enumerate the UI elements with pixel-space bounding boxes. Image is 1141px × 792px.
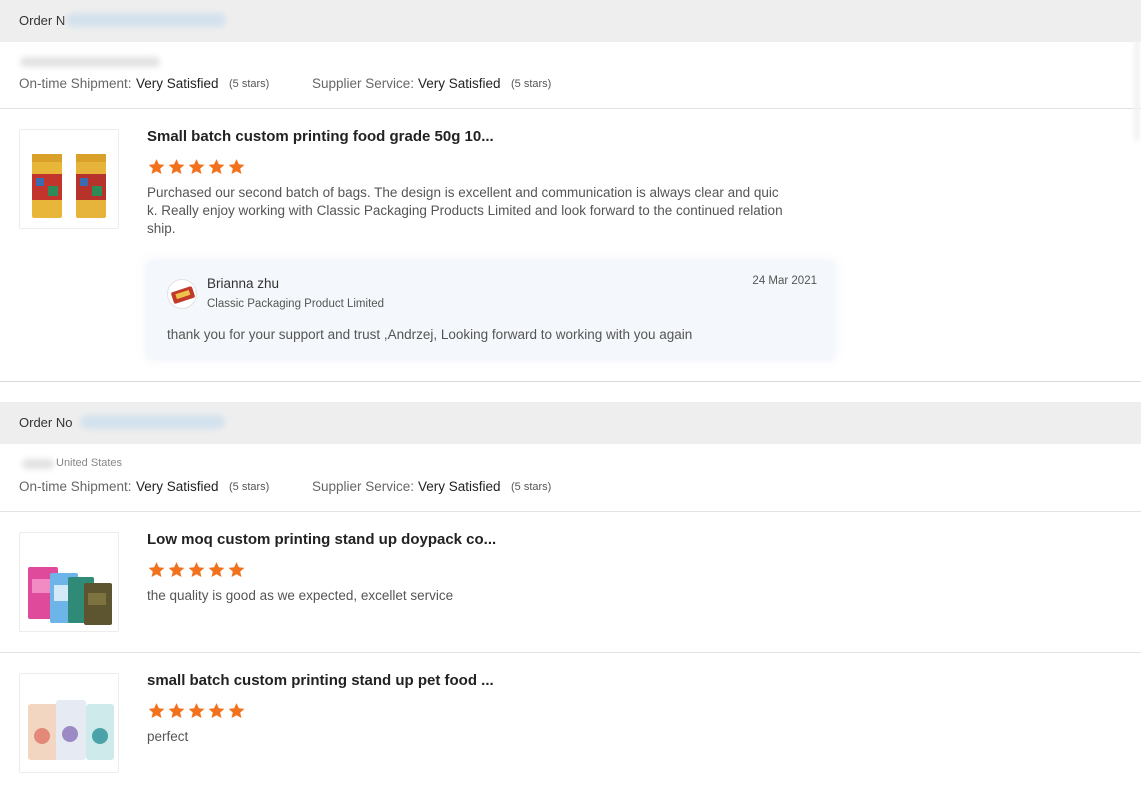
service-stars: (5 stars) — [511, 481, 552, 493]
star-icon — [187, 561, 206, 579]
review-text: Purchased our second batch of bags. The … — [147, 185, 783, 236]
rating-stars — [147, 158, 246, 176]
star-icon — [207, 158, 226, 176]
rating-stars — [147, 702, 246, 720]
divider — [0, 108, 1141, 109]
product-title[interactable]: Low moq custom printing stand up doypack… — [147, 531, 496, 548]
divider — [0, 511, 1141, 512]
product-title[interactable]: Small batch custom printing food grade 5… — [147, 128, 494, 145]
star-icon — [227, 561, 246, 579]
buyer-country: United States — [56, 457, 123, 469]
shipment-label: On-time Shipment: — [19, 479, 132, 494]
product-thumbnail[interactable] — [19, 532, 119, 632]
service-value: Very Satisfied — [418, 76, 501, 91]
order-header: Order No — [0, 402, 1141, 444]
order-ratings: On-time Shipment: Very Satisfied (5 star… — [0, 479, 1141, 499]
product-thumbnail[interactable] — [19, 129, 119, 229]
rating-stars — [147, 561, 246, 579]
order-number-label: Order No — [19, 415, 73, 430]
star-icon — [147, 702, 166, 720]
star-icon — [187, 702, 206, 720]
service-value: Very Satisfied — [418, 479, 501, 494]
divider — [0, 652, 1141, 653]
review-text: perfect — [147, 729, 189, 744]
shipment-label: On-time Shipment: — [19, 76, 132, 91]
redacted-order-number — [80, 415, 225, 429]
star-icon — [167, 702, 186, 720]
reply-company: Classic Packaging Product Limited — [207, 298, 385, 310]
supplier-reply: Brianna zhu Classic Packaging Product Li… — [147, 261, 834, 359]
star-icon — [147, 561, 166, 579]
star-icon — [187, 158, 206, 176]
redacted-order-number — [66, 13, 226, 27]
review-text: the quality is good as we expected, exce… — [147, 588, 454, 603]
service-label: Supplier Service: — [312, 76, 415, 91]
order-number-label: Order N — [19, 13, 66, 28]
shipment-stars: (5 stars) — [229, 481, 270, 493]
star-icon — [147, 158, 166, 176]
star-icon — [207, 702, 226, 720]
service-stars: (5 stars) — [511, 78, 552, 90]
star-icon — [227, 158, 246, 176]
reply-date: 24 Mar 2021 — [752, 275, 817, 287]
redacted-buyer — [22, 459, 54, 469]
divider — [0, 381, 1141, 382]
shipment-stars: (5 stars) — [229, 78, 270, 90]
reply-author-name: Brianna zhu — [207, 276, 280, 291]
order-header: Order N — [0, 0, 1141, 42]
shipment-value: Very Satisfied — [136, 76, 219, 91]
reply-text: thank you for your support and trust ,An… — [167, 327, 693, 342]
star-icon — [207, 561, 226, 579]
star-icon — [167, 158, 186, 176]
scroll-edge — [1134, 40, 1140, 140]
order-ratings: On-time Shipment: Very Satisfied (5 star… — [0, 76, 1141, 96]
redacted-buyer — [20, 57, 160, 67]
star-icon — [167, 561, 186, 579]
service-label: Supplier Service: — [312, 479, 415, 494]
star-icon — [227, 702, 246, 720]
product-title[interactable]: small batch custom printing stand up pet… — [147, 672, 494, 689]
avatar — [167, 279, 197, 309]
shipment-value: Very Satisfied — [136, 479, 219, 494]
product-thumbnail[interactable] — [19, 673, 119, 773]
